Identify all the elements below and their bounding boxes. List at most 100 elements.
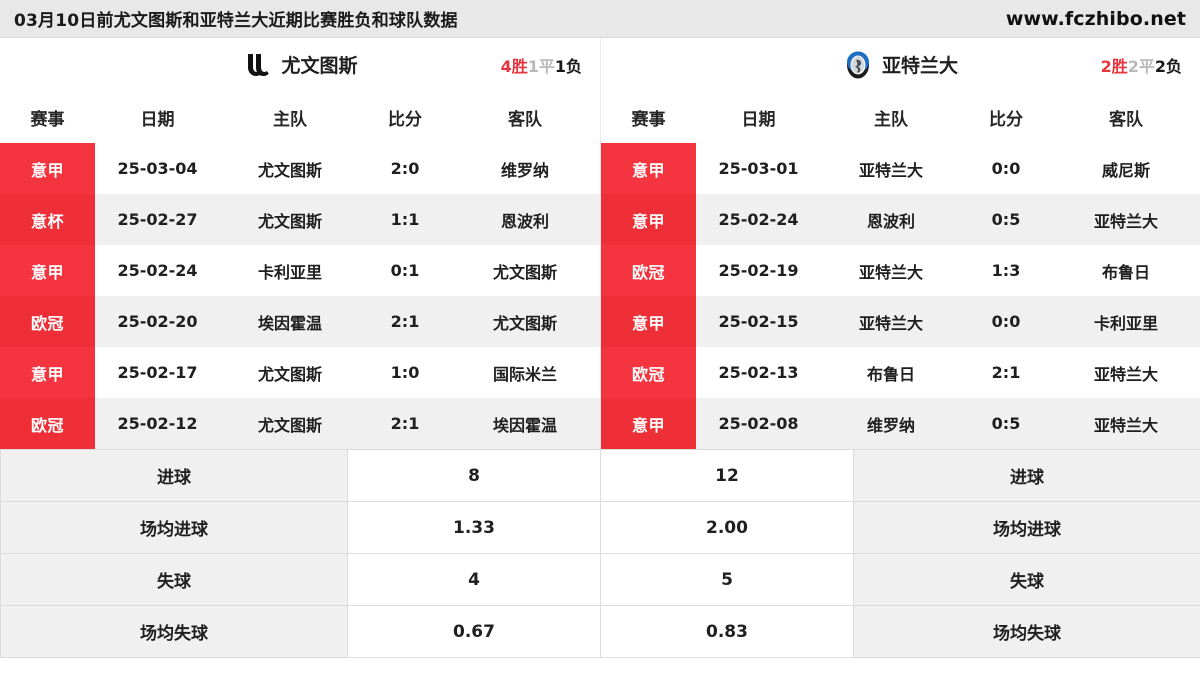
match-score: 0:5 xyxy=(961,194,1051,245)
table-row[interactable]: 意甲25-02-08维罗纳0:5亚特兰大 xyxy=(601,398,1200,449)
team-record-left: 4胜1平1负 xyxy=(501,53,582,77)
match-score: 1:1 xyxy=(360,194,450,245)
col-header-score: 比分 xyxy=(360,91,450,143)
match-home-team: 尤文图斯 xyxy=(220,143,360,194)
match-competition-badge: 意甲 xyxy=(0,245,95,296)
match-home-team: 恩波利 xyxy=(821,194,961,245)
match-table-left: 赛事 日期 主队 比分 客队 意甲25-03-04尤文图斯2:0维罗纳意杯25-… xyxy=(0,91,600,449)
match-date: 25-02-12 xyxy=(95,398,220,449)
match-score: 0:1 xyxy=(360,245,450,296)
stat-value-right: 2.00 xyxy=(601,502,854,554)
team-header-right: 亚特兰大 2胜2平2负 xyxy=(600,38,1200,91)
table-row[interactable]: 意甲25-02-17尤文图斯1:0国际米兰 xyxy=(0,347,600,398)
match-home-team: 埃因霍温 xyxy=(220,296,360,347)
atalanta-logo-icon xyxy=(843,50,873,80)
table-row[interactable]: 意甲25-03-04尤文图斯2:0维罗纳 xyxy=(0,143,600,194)
table-row[interactable]: 欧冠25-02-13布鲁日2:1亚特兰大 xyxy=(601,347,1200,398)
col-header-home: 主队 xyxy=(220,91,360,143)
match-competition-badge: 意甲 xyxy=(601,143,696,194)
juventus-logo-icon xyxy=(242,50,272,80)
table-row[interactable]: 意甲25-03-01亚特兰大0:0威尼斯 xyxy=(601,143,1200,194)
stat-label-left: 失球 xyxy=(1,554,348,606)
match-score: 2:1 xyxy=(961,347,1051,398)
stat-value-left: 1.33 xyxy=(348,502,601,554)
table-row[interactable]: 意杯25-02-27尤文图斯1:1恩波利 xyxy=(0,194,600,245)
stat-label-left: 进球 xyxy=(1,450,348,502)
match-score: 0:0 xyxy=(961,143,1051,194)
site-url: www.fczhibo.net xyxy=(1006,8,1186,30)
match-home-team: 亚特兰大 xyxy=(821,296,961,347)
table-header-row: 赛事 日期 主队 比分 客队 xyxy=(0,91,600,143)
stat-value-left: 0.67 xyxy=(348,606,601,658)
team-name-right: 亚特兰大 xyxy=(882,51,958,78)
table-row[interactable]: 欧冠25-02-20埃因霍温2:1尤文图斯 xyxy=(0,296,600,347)
match-score: 2:1 xyxy=(360,296,450,347)
match-competition-badge: 意杯 xyxy=(0,194,95,245)
match-home-team: 布鲁日 xyxy=(821,347,961,398)
match-date: 25-02-24 xyxy=(95,245,220,296)
match-competition-badge: 欧冠 xyxy=(0,398,95,449)
match-competition-badge: 欧冠 xyxy=(601,347,696,398)
stats-row: 失球45失球 xyxy=(1,554,1200,606)
match-date: 25-02-17 xyxy=(95,347,220,398)
stat-label-left: 场均进球 xyxy=(1,502,348,554)
col-header-home: 主队 xyxy=(821,91,961,143)
match-competition-badge: 意甲 xyxy=(601,296,696,347)
match-home-team: 维罗纳 xyxy=(821,398,961,449)
match-date: 25-02-08 xyxy=(696,398,821,449)
stat-label-right: 场均失球 xyxy=(854,606,1200,658)
match-score: 0:0 xyxy=(961,296,1051,347)
match-home-team: 尤文图斯 xyxy=(220,194,360,245)
match-tables: 赛事 日期 主队 比分 客队 意甲25-03-04尤文图斯2:0维罗纳意杯25-… xyxy=(0,91,1200,449)
match-away-team: 亚特兰大 xyxy=(1051,194,1200,245)
stat-value-left: 4 xyxy=(348,554,601,606)
match-away-team: 尤文图斯 xyxy=(450,296,600,347)
match-away-team: 亚特兰大 xyxy=(1051,398,1200,449)
team-record-right: 2胜2平2负 xyxy=(1101,53,1182,77)
match-away-team: 威尼斯 xyxy=(1051,143,1200,194)
record-losses-right: 2负 xyxy=(1155,57,1182,76)
table-row[interactable]: 欧冠25-02-19亚特兰大1:3布鲁日 xyxy=(601,245,1200,296)
match-date: 25-02-20 xyxy=(95,296,220,347)
match-date: 25-02-19 xyxy=(696,245,821,296)
match-score: 1:0 xyxy=(360,347,450,398)
stats-rows: 进球812进球场均进球1.332.00场均进球失球45失球场均失球0.670.8… xyxy=(1,450,1200,658)
page-title: 03月10日前尤文图斯和亚特兰大近期比赛胜负和球队数据 xyxy=(14,6,458,31)
match-away-team: 卡利亚里 xyxy=(1051,296,1200,347)
match-home-team: 尤文图斯 xyxy=(220,398,360,449)
stats-row: 场均进球1.332.00场均进球 xyxy=(1,502,1200,554)
col-header-away: 客队 xyxy=(1051,91,1200,143)
match-away-team: 埃因霍温 xyxy=(450,398,600,449)
match-date: 25-02-27 xyxy=(95,194,220,245)
match-away-team: 亚特兰大 xyxy=(1051,347,1200,398)
stat-value-right: 5 xyxy=(601,554,854,606)
match-score: 0:5 xyxy=(961,398,1051,449)
match-score: 2:0 xyxy=(360,143,450,194)
match-competition-badge: 意甲 xyxy=(0,347,95,398)
match-competition-badge: 意甲 xyxy=(601,194,696,245)
stat-label-left: 场均失球 xyxy=(1,606,348,658)
stats-row: 场均失球0.670.83场均失球 xyxy=(1,606,1200,658)
match-rows-left: 意甲25-03-04尤文图斯2:0维罗纳意杯25-02-27尤文图斯1:1恩波利… xyxy=(0,143,600,449)
col-header-away: 客队 xyxy=(450,91,600,143)
table-row[interactable]: 意甲25-02-15亚特兰大0:0卡利亚里 xyxy=(601,296,1200,347)
team-header-left: 尤文图斯 4胜1平1负 xyxy=(0,38,600,91)
match-date: 25-02-24 xyxy=(696,194,821,245)
match-away-team: 国际米兰 xyxy=(450,347,600,398)
col-header-date: 日期 xyxy=(95,91,220,143)
stat-label-right: 进球 xyxy=(854,450,1200,502)
team-name-left: 尤文图斯 xyxy=(281,51,357,78)
record-draws-left: 1平 xyxy=(528,57,555,76)
match-competition-badge: 意甲 xyxy=(601,398,696,449)
match-home-team: 亚特兰大 xyxy=(821,245,961,296)
stat-label-right: 失球 xyxy=(854,554,1200,606)
match-competition-badge: 意甲 xyxy=(0,143,95,194)
match-table-right: 赛事 日期 主队 比分 客队 意甲25-03-01亚特兰大0:0威尼斯意甲25-… xyxy=(600,91,1200,449)
page-root: 03月10日前尤文图斯和亚特兰大近期比赛胜负和球队数据 www.fczhibo.… xyxy=(0,0,1200,675)
table-row[interactable]: 欧冠25-02-12尤文图斯2:1埃因霍温 xyxy=(0,398,600,449)
table-row[interactable]: 意甲25-02-24恩波利0:5亚特兰大 xyxy=(601,194,1200,245)
table-row[interactable]: 意甲25-02-24卡利亚里0:1尤文图斯 xyxy=(0,245,600,296)
stat-label-right: 场均进球 xyxy=(854,502,1200,554)
match-away-team: 恩波利 xyxy=(450,194,600,245)
col-header-date: 日期 xyxy=(696,91,821,143)
